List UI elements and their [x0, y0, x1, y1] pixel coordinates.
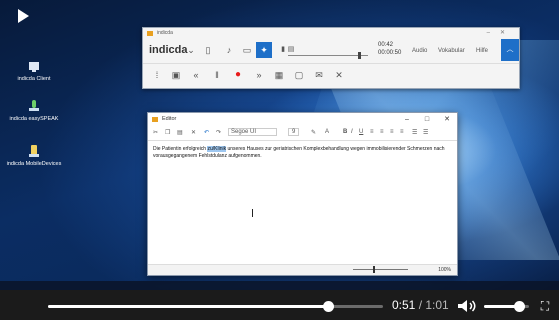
underline-icon[interactable]: U	[359, 129, 363, 135]
desktop-icon-mobiledevices[interactable]: indicda MobileDevices	[2, 143, 66, 167]
text-cursor	[252, 209, 253, 217]
volume-slider[interactable]	[484, 301, 529, 312]
screen-icon[interactable]: ▣	[168, 67, 184, 83]
cut-icon[interactable]: ✂	[153, 129, 158, 136]
dictation-toolbar-window: indicda –✕ indicda ⌄ ▯ ♪ ▭ ✦ ▮ ▤ 00:42 0…	[142, 27, 520, 89]
dropdown-arrow-icon[interactable]: ⌄	[183, 42, 199, 58]
numbered-list-icon[interactable]: ☰	[423, 129, 428, 136]
toolbar-titlebar: indicda –✕	[143, 28, 519, 39]
app-logo-icon	[147, 31, 153, 36]
align-right-icon[interactable]: ≡	[390, 129, 394, 135]
undo-icon[interactable]: ↶	[204, 129, 209, 136]
mobile-app-icon	[29, 145, 39, 157]
total-time: 1:01	[425, 298, 449, 312]
minimize-icon[interactable]: –	[397, 113, 417, 126]
editor-toolbar: ✂ ❐ ▤ ✕ ↶ ↷ Segoe UI 9 ✎ A B I U ≡ ≡ ≡ ≡…	[148, 126, 457, 141]
desktop-icon-label: indicda MobileDevices	[6, 161, 62, 167]
editor-window-controls: – □ ✕	[397, 113, 457, 126]
volume-icon[interactable]	[458, 300, 478, 312]
desktop-icon-client[interactable]: indicda Client	[2, 58, 66, 82]
text-selection: zu/Klinik	[207, 146, 227, 152]
cursor-icon[interactable]: ⁞	[149, 67, 165, 83]
redo-icon[interactable]: ↷	[216, 129, 221, 136]
font-family-select[interactable]: Segoe UI	[228, 128, 278, 136]
seek-bar[interactable]	[48, 301, 383, 312]
microphone-app-icon	[29, 100, 39, 111]
desktop: indicda Client indicda easySPEAK indicda…	[0, 0, 559, 290]
desktop-icon-easyspeak[interactable]: indicda easySPEAK	[2, 98, 66, 122]
copy-icon[interactable]: ❐	[165, 129, 170, 136]
indicda-logo: indicda	[149, 44, 188, 56]
pause-icon[interactable]: ‖	[209, 67, 225, 83]
pin-icon[interactable]: ✦	[256, 42, 272, 58]
toolbar-title: indicda	[157, 30, 173, 36]
editor-text-area[interactable]: Die Patientin erfolgreich zu/Klinik unse…	[153, 146, 449, 160]
seek-bar-knob[interactable]	[323, 301, 335, 312]
italic-icon[interactable]: I	[351, 129, 353, 135]
rewind-icon[interactable]: «	[188, 67, 204, 83]
close-icon[interactable]: ✕	[331, 67, 347, 83]
document-icon[interactable]: ▯	[200, 42, 216, 58]
toolbar-row-top: indicda ⌄ ▯ ♪ ▭ ✦ ▮ ▤ 00:42 00:00:50 Aud…	[143, 39, 519, 61]
play-icon[interactable]	[18, 9, 29, 23]
font-color-icon[interactable]: A	[325, 129, 329, 135]
zoom-percent: 100%	[438, 267, 451, 273]
align-center-icon[interactable]: ≡	[380, 129, 384, 135]
justify-icon[interactable]: ≡	[400, 129, 404, 135]
editor-title: Editor	[162, 116, 177, 122]
close-window-icon[interactable]: ✕	[437, 113, 457, 126]
zoom-slider[interactable]	[353, 266, 408, 273]
toolbar-row-bottom: ⁞ ▣ « ‖ ● » ▦ ▢ ✉ ✕	[143, 63, 519, 86]
collapse-button[interactable]: ︿	[501, 39, 519, 61]
time-separator: /	[415, 298, 426, 312]
window-controls[interactable]: –✕	[487, 28, 515, 39]
slider-knob[interactable]	[358, 52, 361, 59]
zoom-slider-knob[interactable]	[373, 266, 375, 273]
editor-window: Editor – □ ✕ ✂ ❐ ▤ ✕ ↶ ↷ Segoe UI 9 ✎ A B …	[147, 112, 458, 276]
client-app-icon	[29, 62, 39, 72]
text-before: Die Patientin erfolgreich	[153, 146, 208, 152]
desktop-icon-label: indicda easySPEAK	[9, 116, 59, 122]
bullet-list-icon[interactable]: ☰	[412, 129, 417, 136]
fast-forward-icon[interactable]: »	[251, 67, 267, 83]
paste-icon[interactable]: ▤	[177, 129, 183, 136]
record-icon[interactable]: ●	[230, 67, 246, 83]
editor-titlebar: Editor – □ ✕	[148, 113, 457, 126]
bold-icon[interactable]: B	[343, 129, 347, 135]
taskbar	[0, 281, 559, 290]
audio-button[interactable]: Audio	[412, 48, 427, 54]
microphone-icon[interactable]: ♪	[221, 42, 237, 58]
delete-icon[interactable]: ✕	[191, 129, 196, 136]
video-time: 0:51 / 1:01	[392, 298, 449, 312]
save-icon[interactable]: ▦	[271, 67, 287, 83]
desktop-icon-label: indicda Client	[17, 76, 51, 82]
current-time: 0:51	[392, 298, 416, 312]
align-left-icon[interactable]: ≡	[370, 129, 374, 135]
window-icon[interactable]: ▭	[239, 42, 255, 58]
editor-statusbar: 100%	[148, 264, 457, 275]
vocabulary-button[interactable]: Vokabular	[438, 48, 465, 54]
fullscreen-icon[interactable]: ⛶	[538, 299, 552, 313]
help-button[interactable]: Hilfe	[476, 48, 488, 54]
editor-app-icon	[152, 117, 158, 122]
time-total: 00:00:50	[378, 50, 402, 56]
mail-icon[interactable]: ✉	[311, 67, 327, 83]
audio-position-slider[interactable]	[288, 52, 368, 59]
maximize-icon[interactable]: □	[417, 113, 437, 126]
time-current: 00:42	[378, 42, 394, 48]
font-size-select[interactable]: 9	[288, 128, 300, 136]
seek-bar-fill	[48, 305, 329, 308]
highlight-color-icon[interactable]: ✎	[311, 129, 316, 136]
edit-document-icon[interactable]: ▢	[291, 67, 307, 83]
